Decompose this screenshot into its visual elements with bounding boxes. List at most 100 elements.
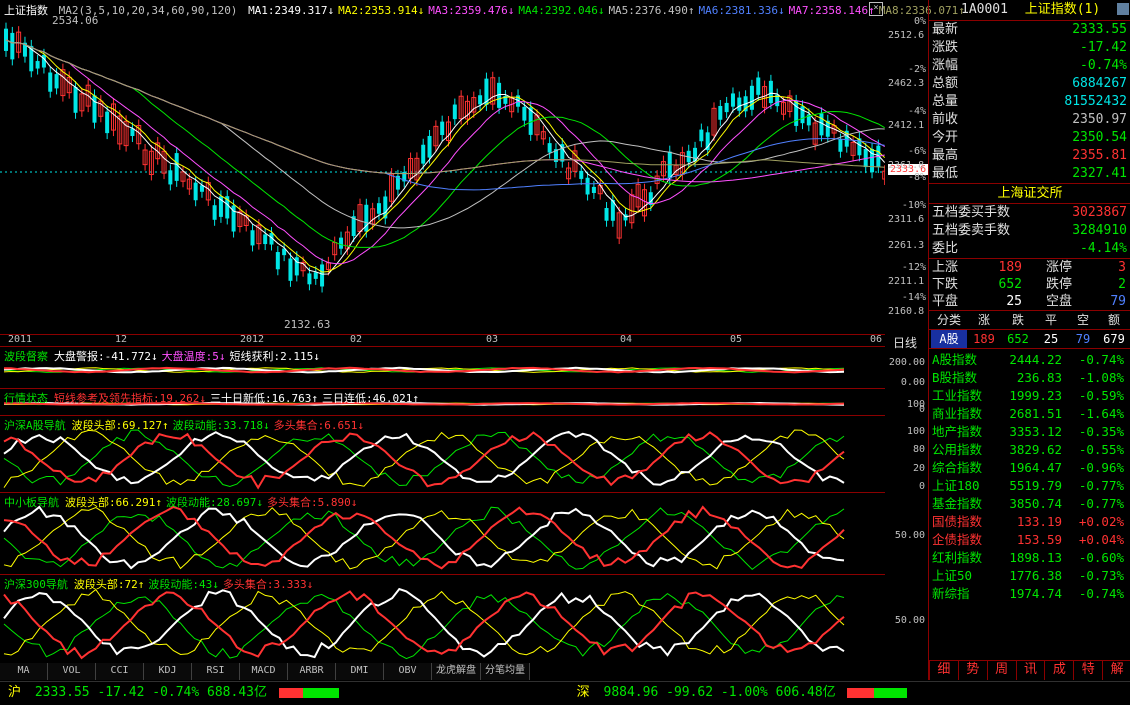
index-name: A股指数	[932, 352, 978, 367]
index-value: 3353.12	[1009, 424, 1062, 439]
indicator-axis-label: 50.00	[894, 529, 925, 541]
index-row[interactable]: 综合指数 1964.47 -0.96%	[929, 459, 1130, 477]
side-tab[interactable]: 细	[929, 661, 958, 680]
indicator-line	[3, 505, 845, 570]
tab-kdj[interactable]: KDJ	[144, 663, 192, 680]
period-label[interactable]: 日线	[893, 334, 917, 351]
high-mark: 2534.06	[52, 14, 99, 27]
date-label: 02	[350, 334, 363, 345]
side-tab[interactable]: 势	[957, 661, 987, 680]
indicator-panel[interactable]: 沪深300导航 波段头部:72↑ 波段动能:43↓ 多头集合:3.333↓ 50.00	[0, 574, 925, 664]
low-mark: 2132.63	[284, 318, 331, 331]
index-row[interactable]: 基金指数 3850.74 -0.77%	[929, 495, 1130, 513]
class-header-cell: 额	[1107, 313, 1120, 327]
ma-legend: 上证指数 MA2(3,5,10,20,34,60,90,120) MA1:234…	[4, 2, 973, 18]
index-name: 上证50	[932, 568, 973, 583]
index-value: 2444.22	[1009, 352, 1062, 367]
tab-macd[interactable]: MACD	[240, 663, 288, 680]
index-row[interactable]: 国债指数 133.19 +0.02%	[929, 513, 1130, 531]
indicator-panel[interactable]: 行情状态 短线参考及领先指标:19.262↓ 三十日新低:16.763↑ 三日连低:4…	[0, 388, 925, 416]
breadth-label: 空盘	[1045, 294, 1072, 309]
exchange-name: 上海证交所	[929, 183, 1130, 204]
breadth-label: 下跌	[932, 277, 959, 292]
tab-vol[interactable]: VOL	[48, 663, 96, 680]
menu-icon[interactable]	[1116, 3, 1129, 15]
indicator-panel[interactable]: 波段督察 大盘警报:-41.772↓ 大盘温度:5↓ 短线获利:2.115↓ 200.0…	[0, 346, 925, 389]
order-row: 委比 -4.14%	[929, 240, 1130, 258]
candlestick-panel[interactable]: 上证指数 MA2(3,5,10,20,34,60,90,120) MA1:234…	[0, 0, 965, 335]
index-row[interactable]: 工业指数 1999.23 -0.59%	[929, 387, 1130, 405]
class-row[interactable]: A股 189 652 25 79 679	[929, 329, 1130, 348]
indicator-value: 多头集合:6.651↓	[273, 419, 364, 432]
tab-rsi[interactable]: RSI	[192, 663, 240, 680]
class-cell: 652	[1007, 332, 1029, 346]
tab-分笔均量[interactable]: 分笔均量	[481, 663, 530, 680]
index-value: 133.19	[1016, 514, 1062, 529]
side-tab[interactable]: 解	[1102, 661, 1130, 680]
breadth-label: 涨停	[1045, 260, 1072, 275]
axis-price: 2412.1	[888, 120, 925, 131]
ma-values: MA1:2349.317↓ MA2:2353.914↓ MA3:2359.476↓ M…	[248, 4, 969, 17]
indicator-title: 中小板导航 波段头部:66.291↑ 波段动能:28.697↓ 多头集合:5.890↓	[4, 494, 361, 510]
index-row[interactable]: 地产指数 3353.12 -0.35%	[929, 423, 1130, 441]
quote-label: 最低	[932, 166, 959, 181]
tab-ma[interactable]: MA	[0, 663, 48, 680]
index-row[interactable]: 企债指数 153.59 +0.04%	[929, 531, 1130, 549]
index-row[interactable]: 红利指数 1898.13 -0.60%	[929, 549, 1130, 567]
tab-龙虎解盘[interactable]: 龙虎解盘	[432, 663, 481, 680]
close-icon[interactable]: ×	[869, 2, 883, 16]
side-tab[interactable]: 特	[1073, 661, 1102, 680]
breadth-row: 下跌 652 跌停 2	[929, 276, 1130, 293]
class-cell: 679	[1103, 332, 1125, 346]
candles	[4, 22, 885, 293]
side-tab[interactable]: 讯	[1015, 661, 1045, 680]
tab-cci[interactable]: CCI	[96, 663, 144, 680]
side-tab[interactable]: 周	[986, 661, 1016, 680]
indicator-panel[interactable]: 沪深A股导航 波段头部:69.127↑ 波段动能:33.718↓ 多头集合:6.651…	[0, 415, 925, 493]
indicator-value: 大盘温度:5↓	[161, 350, 226, 363]
index-row[interactable]: 商业指数 2681.51 -1.64%	[929, 405, 1130, 423]
sz-quote: 9884.96 -99.62 -1.00% 606.48亿	[603, 685, 836, 700]
indicator-value: 波段动能:43↓	[148, 578, 219, 591]
indicator-value: 波段头部:69.127↑	[71, 419, 169, 432]
index-row[interactable]: B股指数 236.83 -1.08%	[929, 369, 1130, 387]
index-change: +0.04%	[1078, 532, 1124, 547]
quote-label: 总量	[932, 94, 959, 109]
indicator-axis-label: 80	[912, 444, 925, 456]
index-change: -0.59%	[1078, 388, 1124, 403]
index-row[interactable]: 新综指 1974.74 -0.74%	[929, 585, 1130, 603]
index-row[interactable]: 上证50 1776.38 -0.73%	[929, 567, 1130, 585]
quote-value: 81552432	[1064, 94, 1127, 109]
quote-panel: 1A0001 上证指数(1) 最新 2333.55 涨跌 -17.42 涨幅 -0.74%…	[928, 0, 1130, 680]
index-name: 国债指数	[932, 514, 983, 529]
index-change: +0.02%	[1078, 514, 1124, 529]
indicator-title: 波段督察 大盘警报:-41.772↓ 大盘温度:5↓ 短线获利:2.115↓	[4, 348, 324, 364]
index-value: 2681.51	[1009, 406, 1062, 421]
axis-price: 2261.3	[888, 240, 925, 251]
tab-arbr[interactable]: ARBR	[288, 663, 336, 680]
index-name: 基金指数	[932, 496, 983, 511]
index-row[interactable]: 上证180 5519.79 -0.77%	[929, 477, 1130, 495]
axis-price: 2361.8	[888, 160, 925, 171]
stock-name: 上证指数(1)	[1024, 2, 1101, 17]
indicator-axis-label: 0.00	[900, 377, 925, 388]
class-cell: 189	[973, 332, 995, 346]
tab-dmi[interactable]: DMI	[336, 663, 384, 680]
index-row[interactable]: 公用指数 3829.62 -0.55%	[929, 441, 1130, 459]
index-row[interactable]: A股指数 2444.22 -0.74%	[929, 351, 1130, 369]
breadth-value: 652	[998, 277, 1022, 292]
chart-area[interactable]: 上证指数 MA2(3,5,10,20,34,60,90,120) MA1:234…	[0, 0, 965, 664]
index-value: 5519.79	[1009, 478, 1062, 493]
class-header-cell: 平	[1044, 313, 1057, 327]
order-label: 五档委买手数	[932, 205, 1011, 220]
tab-obv[interactable]: OBV	[384, 663, 432, 680]
index-change: -0.77%	[1078, 496, 1124, 511]
date-label: 06	[870, 334, 883, 345]
indicator-name: 沪深300导航	[4, 578, 68, 591]
side-tab[interactable]: 成	[1044, 661, 1073, 680]
order-value: 3284910	[1072, 223, 1127, 238]
indicator-panel[interactable]: 中小板导航 波段头部:66.291↑ 波段动能:28.697↓ 多头集合:5.890↓…	[0, 492, 925, 575]
indicator-value: 三日连低:46.021↑	[321, 392, 419, 405]
candlestick-chart[interactable]	[0, 0, 885, 334]
indicator-value: 短线参考及领先指标:19.262↓	[54, 392, 206, 405]
